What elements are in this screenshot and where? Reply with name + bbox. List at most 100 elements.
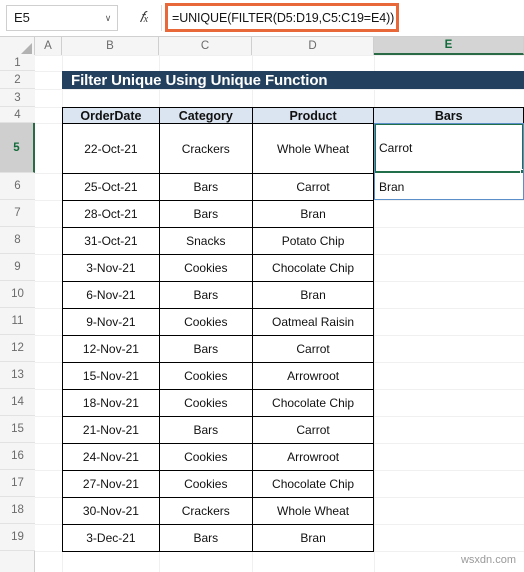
table-cell-product[interactable]: Whole Wheat: [251, 497, 375, 525]
table-cell-order-date[interactable]: 22-Oct-21: [62, 123, 160, 174]
table-cell-order-date[interactable]: 12-Nov-21: [62, 335, 160, 363]
table-cell-spill-area[interactable]: [374, 309, 524, 336]
table-cell-category[interactable]: Bars: [158, 173, 253, 201]
row-header-3[interactable]: 3: [0, 89, 35, 107]
table-cell-category[interactable]: Cookies: [158, 308, 253, 336]
row-header-9[interactable]: 9: [0, 254, 35, 281]
row-header-19[interactable]: 19: [0, 524, 35, 551]
row-header-18[interactable]: 18: [0, 497, 35, 524]
column-header-c[interactable]: C: [159, 37, 252, 55]
table-cell-order-date[interactable]: 25-Oct-21: [62, 173, 160, 201]
name-box[interactable]: E5 ∨: [6, 5, 118, 31]
table-cell-category[interactable]: Bars: [158, 524, 253, 552]
table-cell-order-date[interactable]: 21-Nov-21: [62, 416, 160, 444]
row-header-10[interactable]: 10: [0, 281, 35, 308]
row-header-5[interactable]: 5: [0, 123, 35, 173]
table-cell-category[interactable]: Cookies: [158, 443, 253, 471]
table-cell-category[interactable]: Bars: [158, 416, 253, 444]
spill-result-cell-2[interactable]: Bran: [374, 173, 524, 200]
row-header-6[interactable]: 6: [0, 173, 35, 200]
name-box-value: E5: [14, 10, 30, 25]
table-cell-product[interactable]: Chocolate Chip: [251, 254, 375, 282]
table-cell-product[interactable]: Chocolate Chip: [251, 389, 375, 417]
table-cell-order-date[interactable]: 3-Nov-21: [62, 254, 160, 282]
fill-handle[interactable]: [520, 169, 524, 174]
table-cell-spill-area[interactable]: [374, 471, 524, 498]
table-cell-product[interactable]: Whole Wheat: [251, 123, 375, 174]
table-cell-product[interactable]: Bran: [251, 281, 375, 309]
sheet-canvas[interactable]: Filter Unique Using Unique Function Orde…: [35, 55, 524, 572]
table-cell-spill-area[interactable]: [374, 525, 524, 552]
column-header-d[interactable]: D: [252, 37, 374, 55]
table-cell-category[interactable]: Cookies: [158, 362, 253, 390]
table-cell-product[interactable]: Bran: [251, 200, 375, 228]
column-header-a[interactable]: A: [35, 37, 62, 55]
table-cell-spill-area[interactable]: [374, 444, 524, 471]
column-header-e[interactable]: E: [374, 37, 524, 55]
page-title: Filter Unique Using Unique Function: [71, 71, 328, 89]
table-cell-product[interactable]: Chocolate Chip: [251, 470, 375, 498]
table-cell-product[interactable]: Arrowroot: [251, 443, 375, 471]
row-header-14[interactable]: 14: [0, 389, 35, 416]
spill-result-cell-1[interactable]: Carrot: [374, 123, 524, 173]
table-cell-order-date[interactable]: 28-Oct-21: [62, 200, 160, 228]
row-header-11[interactable]: 11: [0, 308, 35, 335]
row-header-8[interactable]: 8: [0, 227, 35, 254]
table-cell-spill-area[interactable]: [374, 498, 524, 525]
table-row: 28-Oct-21 Bars Bran: [62, 200, 524, 228]
table-row: 3-Dec-21 Bars Bran: [62, 524, 524, 552]
table-cell-order-date[interactable]: 27-Nov-21: [62, 470, 160, 498]
table-cell-spill-area[interactable]: [374, 282, 524, 309]
formula-input-highlight[interactable]: =UNIQUE(FILTER(D5:D19,C5:C19=E4)): [165, 3, 399, 32]
table-cell-order-date[interactable]: 30-Nov-21: [62, 497, 160, 525]
table-cell-spill-area[interactable]: [374, 201, 524, 228]
table-row: 30-Nov-21 Crackers Whole Wheat: [62, 497, 524, 525]
row-header-16[interactable]: 16: [0, 443, 35, 470]
formula-input: =UNIQUE(FILTER(D5:D19,C5:C19=E4)): [172, 10, 395, 25]
table-cell-product[interactable]: Bran: [251, 524, 375, 552]
table-cell-product[interactable]: Arrowroot: [251, 362, 375, 390]
table-cell-spill-area[interactable]: [374, 228, 524, 255]
table-cell-order-date[interactable]: 18-Nov-21: [62, 389, 160, 417]
table-cell-order-date[interactable]: 15-Nov-21: [62, 362, 160, 390]
insert-function-button[interactable]: 𝑓x: [126, 5, 162, 31]
select-all-corner[interactable]: [0, 37, 35, 55]
table-cell-category[interactable]: Crackers: [158, 497, 253, 525]
table-cell-category[interactable]: Cookies: [158, 254, 253, 282]
chevron-down-icon[interactable]: ∨: [99, 13, 117, 24]
table-cell-order-date[interactable]: 9-Nov-21: [62, 308, 160, 336]
table-cell-product[interactable]: Potato Chip: [251, 227, 375, 255]
table-cell-order-date[interactable]: 31-Oct-21: [62, 227, 160, 255]
table-cell-category[interactable]: Cookies: [158, 470, 253, 498]
table-cell-category[interactable]: Crackers: [158, 123, 253, 174]
table-cell-product[interactable]: Carrot: [251, 173, 375, 201]
table-cell-spill-area[interactable]: [374, 363, 524, 390]
table-header-row: OrderDate Category Product Bars: [62, 107, 524, 124]
row-header-1[interactable]: 1: [0, 55, 35, 71]
row-header-2[interactable]: 2: [0, 71, 35, 89]
row-header-13[interactable]: 13: [0, 362, 35, 389]
table-cell-category[interactable]: Bars: [158, 335, 253, 363]
table-cell-category[interactable]: Bars: [158, 200, 253, 228]
table-cell-category[interactable]: Snacks: [158, 227, 253, 255]
table-cell-spill-area[interactable]: [374, 390, 524, 417]
column-header-b[interactable]: B: [62, 37, 159, 55]
row-header-7[interactable]: 7: [0, 200, 35, 227]
row-header-15[interactable]: 15: [0, 416, 35, 443]
table-cell-category[interactable]: Cookies: [158, 389, 253, 417]
row-header-12[interactable]: 12: [0, 335, 35, 362]
table-cell-spill-area[interactable]: [374, 417, 524, 444]
table-cell-order-date[interactable]: 3-Dec-21: [62, 524, 160, 552]
table-cell-order-date[interactable]: 6-Nov-21: [62, 281, 160, 309]
row-header-4[interactable]: 4: [0, 107, 35, 123]
table-cell-product[interactable]: Carrot: [251, 416, 375, 444]
row-header-17[interactable]: 17: [0, 470, 35, 497]
table-cell-spill-area[interactable]: [374, 255, 524, 282]
table-cell-product[interactable]: Carrot: [251, 335, 375, 363]
table-column-header-category: Category: [158, 107, 253, 124]
formula-bar-strip: E5 ∨ 𝑓x =UNIQUE(FILTER(D5:D19,C5:C19=E4)…: [0, 0, 524, 37]
table-cell-category[interactable]: Bars: [158, 281, 253, 309]
table-cell-order-date[interactable]: 24-Nov-21: [62, 443, 160, 471]
table-cell-spill-area[interactable]: [374, 336, 524, 363]
table-cell-product[interactable]: Oatmeal Raisin: [251, 308, 375, 336]
